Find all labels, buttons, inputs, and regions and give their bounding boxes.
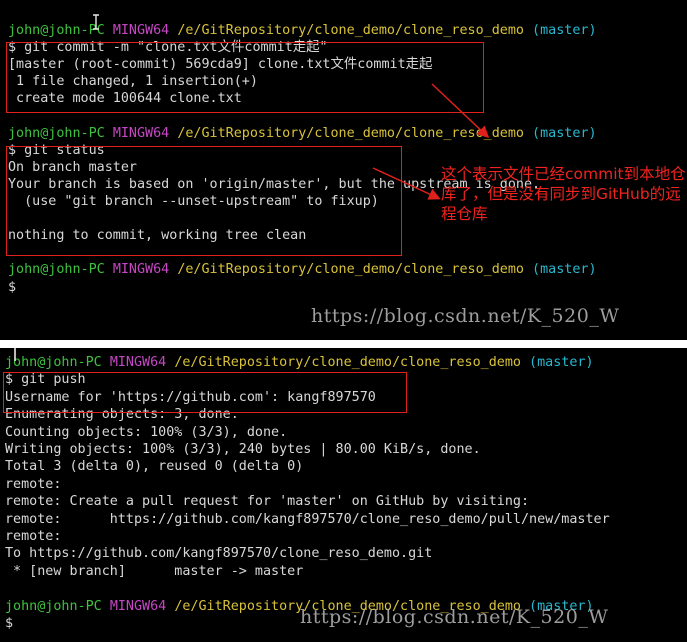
annotation-text: 这个表示文件已经commit到本地仓库了，但是没有同步到GitHub的远程仓库	[441, 165, 686, 223]
prompt-user: john@john-PC	[5, 598, 102, 614]
output-line: To https://github.com/kangf897570/clone_…	[5, 546, 433, 562]
output-line: Counting objects: 100% (3/3), done.	[5, 424, 288, 440]
output-line: remote:	[5, 529, 62, 544]
arrow-to-status	[372, 167, 441, 200]
output-line: Total 3 (delta 0), reused 0 (delta 0)	[5, 459, 304, 475]
output-line: $	[5, 616, 14, 631]
terminal-window-push[interactable]: john@john-PC MINGW64 /e/GitRepository/cl…	[0, 348, 687, 642]
terminal-window-commit-status[interactable]: john@john-PC MINGW64 /e/GitRepository/cl…	[0, 0, 687, 340]
watermark: https://blog.csdn.net/K_520_W	[311, 305, 620, 327]
highlight-box-push	[3, 372, 407, 413]
prompt-mingw: MINGW64	[109, 355, 167, 370]
prompt-path: /e/GitRepository/clone_demo/clone_reso_d…	[174, 355, 521, 370]
prompt-mingw: MINGW64	[109, 598, 167, 614]
output-line: remote: https://github.com/kangf897570/c…	[5, 511, 610, 527]
prompt-line: john@john-PC MINGW64 /e/GitRepository/cl…	[5, 354, 594, 371]
output-line: remote: Create a pull request for 'maste…	[5, 494, 530, 510]
watermark: https://blog.csdn.net/K_520_W	[300, 606, 609, 628]
output-line: remote:	[5, 476, 62, 492]
prompt-branch: (master)	[529, 355, 594, 370]
output-line: Writing objects: 100% (3/3), 240 bytes |…	[5, 442, 481, 457]
output-line: * [new branch] master -> master	[5, 563, 304, 579]
text-cursor-icon	[93, 14, 99, 30]
text-cursor-icon	[14, 348, 16, 361]
prompt-user: john@john-PC	[5, 355, 102, 370]
arrow-to-commit	[431, 83, 490, 139]
